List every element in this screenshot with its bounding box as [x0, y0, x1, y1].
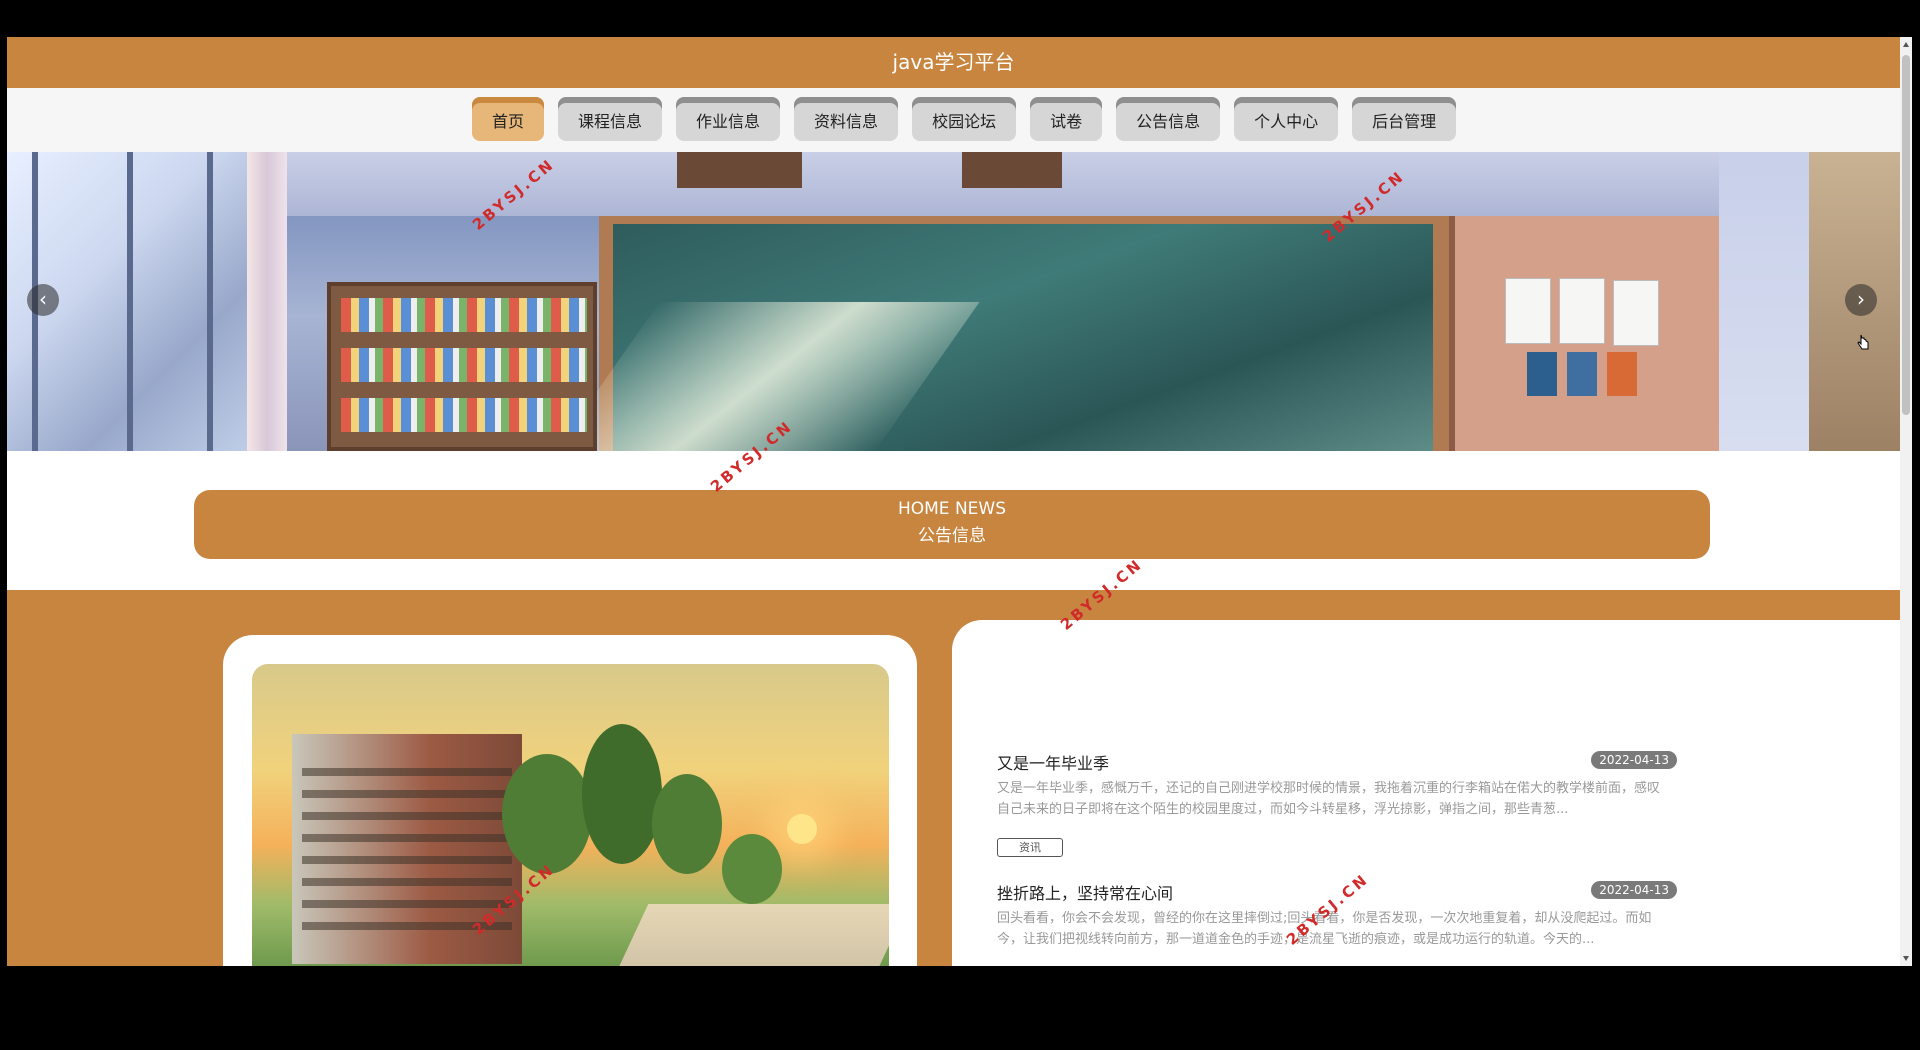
nav-item-admin[interactable]: 后台管理 — [1352, 97, 1457, 141]
banner-bookshelf — [327, 282, 597, 451]
bookshelf-row — [341, 298, 587, 332]
news-header-cn: 公告信息 — [918, 526, 986, 546]
chevron-right-icon: › — [1857, 287, 1865, 311]
news-item-tag[interactable]: 资讯 — [997, 838, 1063, 857]
banner-notice — [1559, 278, 1605, 344]
banner-notice — [1613, 280, 1659, 346]
photo-tree — [652, 774, 722, 874]
scroll-down-icon[interactable] — [1903, 956, 1909, 961]
photo-tree — [722, 834, 782, 904]
scroll-up-icon[interactable] — [1903, 42, 1909, 47]
bookshelf-row — [341, 398, 587, 432]
nav-item-profile[interactable]: 个人中心 — [1234, 97, 1339, 141]
bookshelf-row — [341, 348, 587, 382]
chevron-left-icon: ‹ — [39, 287, 47, 311]
nav-item-homework[interactable]: 作业信息 — [676, 97, 781, 141]
banner-poster — [1567, 352, 1597, 396]
banner-wall — [287, 152, 1900, 216]
site-title: java学习平台 — [892, 50, 1015, 74]
hand-cursor-icon — [1857, 334, 1869, 350]
banner-notice — [1505, 278, 1551, 344]
news-header-en: HOME NEWS — [897, 499, 1007, 519]
carousel-next-button[interactable]: › — [1845, 284, 1877, 316]
news-item-title[interactable]: 又是一年毕业季 — [997, 750, 1109, 774]
news-item-summary: 回头看看，你会不会发现，曾经的你在这里摔倒过;回头看看，你是否发现，一次次地重复… — [997, 911, 1652, 947]
news-photo — [252, 664, 889, 966]
photo-tree — [502, 754, 592, 874]
banner-right-wall — [1719, 152, 1809, 451]
nav-item-materials[interactable]: 资料信息 — [794, 97, 899, 141]
page-scrollbar[interactable] — [1900, 37, 1912, 966]
banner-frame — [962, 152, 1062, 188]
home-news-header: HOME NEWS 公告信息 — [194, 490, 1710, 559]
banner-curtain — [247, 152, 287, 451]
site-title-bar: java学习平台 — [7, 37, 1900, 88]
banner-poster — [1607, 352, 1637, 396]
news-item-date-badge: 2022-04-13 — [1591, 751, 1677, 769]
nav-list: 首页 课程信息 作业信息 资料信息 校园论坛 试卷 公告信息 个人中心 后台管理 — [472, 97, 1457, 141]
nav-item-courses[interactable]: 课程信息 — [558, 97, 663, 141]
news-list-card: 又是一年毕业季 2022-04-13 又是一年毕业季，感慨万千，还记的自己刚进学… — [952, 620, 1900, 966]
photo-tree — [582, 724, 662, 864]
news-item-date-badge: 2022-04-13 — [1591, 881, 1677, 899]
news-item-title[interactable]: 挫折路上，坚持常在心间 — [997, 880, 1173, 904]
nav-item-forum[interactable]: 校园论坛 — [912, 97, 1017, 141]
banner-frame — [677, 152, 802, 188]
banner-door — [1449, 216, 1725, 451]
photo-sun — [787, 814, 817, 844]
main-nav: 首页 课程信息 作业信息 资料信息 校园论坛 试卷 公告信息 个人中心 后台管理 — [7, 88, 1900, 152]
nav-item-announcements[interactable]: 公告信息 — [1116, 97, 1221, 141]
photo-windows — [302, 754, 512, 934]
carousel-prev-button[interactable]: ‹ — [27, 284, 59, 316]
news-image-card — [223, 635, 917, 966]
scrollbar-thumb[interactable] — [1902, 55, 1910, 415]
browser-viewport: java学习平台 首页 课程信息 作业信息 资料信息 校园论坛 试卷 公告信息 … — [7, 37, 1900, 966]
window-mullion — [207, 152, 213, 451]
carousel-banner[interactable]: ‹ › — [7, 152, 1900, 451]
nav-item-exam[interactable]: 试卷 — [1030, 97, 1103, 141]
nav-item-home[interactable]: 首页 — [472, 97, 545, 141]
banner-poster — [1527, 352, 1557, 396]
photo-road — [615, 904, 889, 966]
news-item-summary: 又是一年毕业季，感慨万千，还记的自己刚进学校那时候的情景，我拖着沉重的行李箱站在… — [997, 781, 1661, 817]
window-mullion — [127, 152, 133, 451]
